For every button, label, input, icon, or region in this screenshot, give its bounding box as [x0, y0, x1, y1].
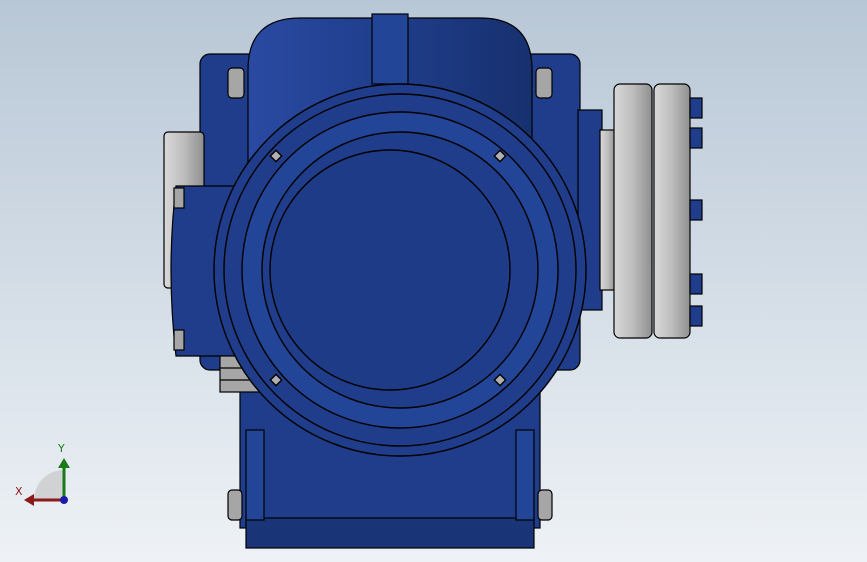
gearbox-model[interactable]: [0, 0, 867, 562]
main-cover: [213, 83, 587, 457]
z-axis-dot: [60, 496, 68, 504]
output-flange: [577, 83, 703, 339]
axis-y-label: Y: [58, 442, 65, 455]
cad-viewport[interactable]: X Y: [0, 0, 867, 562]
axis-x-label: X: [15, 485, 23, 498]
